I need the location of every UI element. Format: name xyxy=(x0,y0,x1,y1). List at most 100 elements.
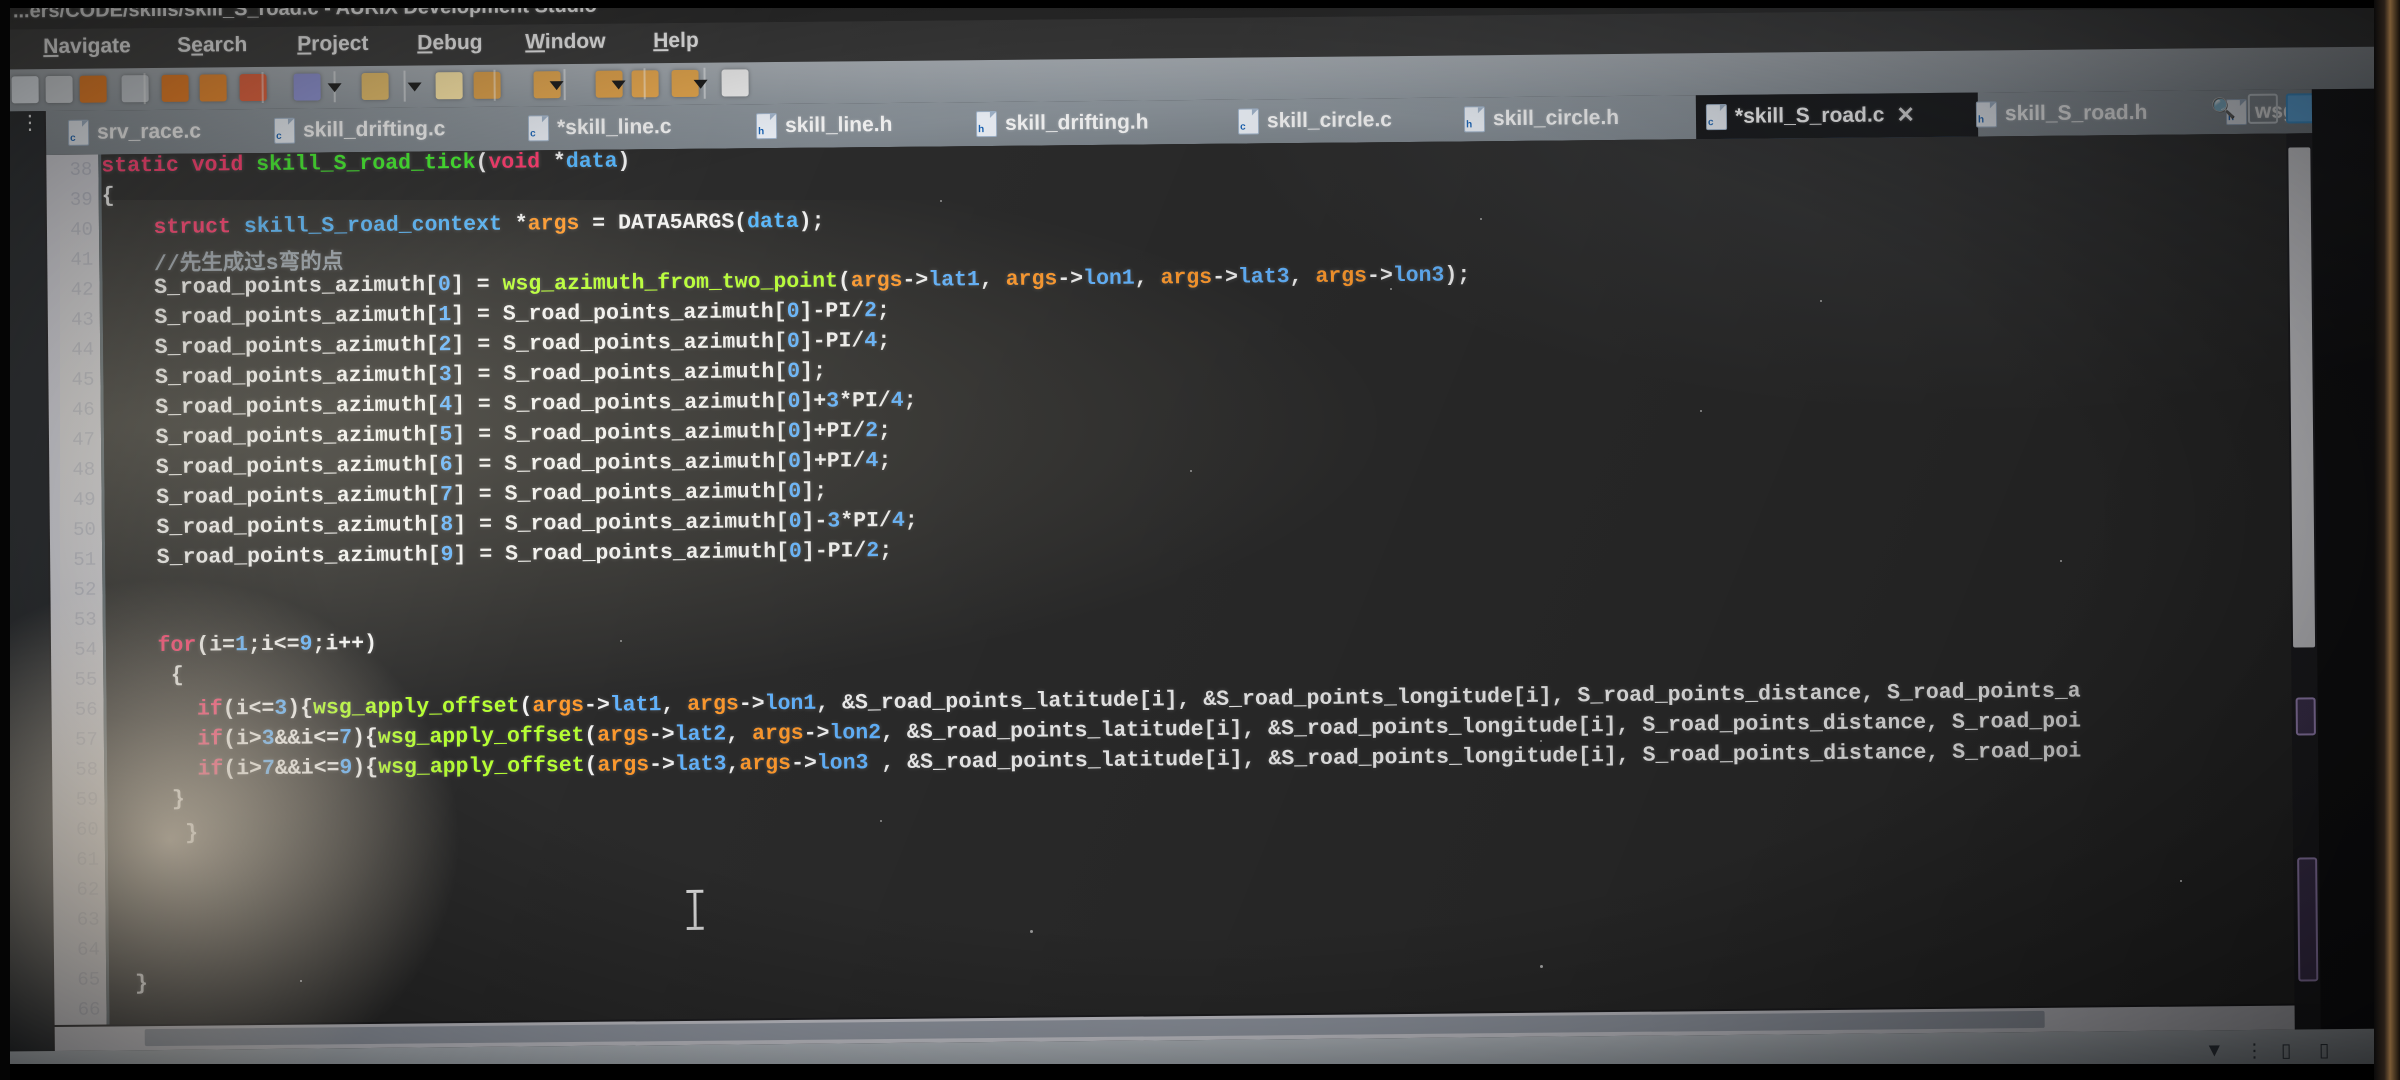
line-number: 47 xyxy=(72,428,96,451)
line-number: 43 xyxy=(70,308,94,331)
code-token-fn2: wsg_azimuth_from_two_point xyxy=(502,269,839,297)
code-line[interactable]: S_road_points_azimuth[5] = S_road_points… xyxy=(104,419,891,451)
code-token-pln: S_road_points_azimuth[ xyxy=(102,303,439,331)
code-token-num: 0 xyxy=(787,419,801,444)
code-line[interactable]: S_road_points_azimuth[8] = S_road_points… xyxy=(105,508,917,541)
panel-layout-icon[interactable]: ▯ xyxy=(2281,1040,2292,1063)
chevron-down-icon[interactable] xyxy=(693,79,708,89)
code-line[interactable]: S_road_points_azimuth[1] = S_road_points… xyxy=(103,299,890,331)
monitor-bezel-left xyxy=(0,0,10,1080)
code-line[interactable]: } xyxy=(109,972,148,996)
code-line[interactable]: S_road_points_azimuth[9] = S_road_points… xyxy=(105,539,893,571)
code-token-pln xyxy=(106,634,158,658)
code-line[interactable]: S_road_points_azimuth[6] = S_road_points… xyxy=(104,449,892,481)
menu-item-debug[interactable]: Debug xyxy=(417,31,483,56)
menu-item-navigate[interactable]: Navigate xyxy=(43,34,131,59)
code-token-pln: ( xyxy=(519,694,533,719)
search-icon[interactable] xyxy=(293,73,321,101)
code-line[interactable] xyxy=(108,882,121,906)
editor-tab-skill-circlec[interactable]: c skill_circle.c xyxy=(1228,97,1478,143)
code-token-mac: DATA5ARGS xyxy=(617,210,735,236)
code-line[interactable]: for(i=1;i<=9;i++) xyxy=(106,632,377,659)
panel-layout-alt-icon[interactable]: ▯ xyxy=(2319,1039,2330,1062)
code-token-pln: ] = S_road_points_azimuth[ xyxy=(451,329,788,358)
code-editor[interactable]: 38 39 40 41 42 43 44 45 46 47 48 49 50 51 52 53 54 55 56 57… xyxy=(46,132,2355,1026)
chevron-down-icon[interactable] xyxy=(327,83,342,93)
editor-tab-skill-circleh[interactable]: h skill_circle.h xyxy=(1454,95,1706,141)
code-token-pln: &&i<= xyxy=(274,726,340,751)
code-line[interactable]: } xyxy=(107,788,185,813)
code-line[interactable] xyxy=(106,606,119,630)
code-token-pln: S_road_points_azimuth[ xyxy=(104,483,441,511)
chevron-down-icon[interactable] xyxy=(549,81,564,91)
code-line[interactable] xyxy=(109,942,122,966)
code-token-pln xyxy=(107,728,198,753)
code-token-fn: skill_S_road_tick xyxy=(256,150,476,178)
code-line[interactable]: { xyxy=(106,664,184,689)
line-number: 56 xyxy=(74,698,98,721)
status-dots-icon[interactable]: ⋮ xyxy=(2245,1040,2264,1063)
run-icon[interactable] xyxy=(199,74,227,102)
editor-tab-srv-racec[interactable]: c srv_race.c xyxy=(58,109,288,155)
code-token-mem: lon3 xyxy=(816,751,869,776)
code-line[interactable]: static void skill_S_road_tick(void *data… xyxy=(101,149,630,178)
editor-tab-skill-S-roadh[interactable]: h skill_S_road.h xyxy=(1966,90,2236,137)
export-icon[interactable] xyxy=(473,71,501,99)
rail-menu-dots-icon[interactable]: ⋮ xyxy=(20,112,40,134)
code-line[interactable]: S_road_points_azimuth[2] = S_road_points… xyxy=(103,329,891,361)
editor-tab-skill-lineh[interactable]: h skill_line.h xyxy=(746,102,992,148)
editor-tab-skill-driftingh[interactable]: h skill_drifting.h xyxy=(966,99,1254,146)
code-line[interactable]: } xyxy=(108,822,198,847)
code-line[interactable] xyxy=(108,852,121,876)
chevron-down-icon[interactable] xyxy=(611,80,626,90)
save-icon[interactable] xyxy=(45,75,73,104)
code-token-mem: lat3 xyxy=(674,752,727,778)
dust-speck xyxy=(880,820,882,822)
search-icon[interactable]: 🔍 xyxy=(2211,96,2236,121)
editor-tab-skill-linec[interactable]: c *skill_line.c xyxy=(518,104,778,150)
editor-tab-skill-driftingc[interactable]: c skill_drifting.c xyxy=(264,106,554,153)
bookmark-icon[interactable] xyxy=(435,72,463,100)
code-line[interactable]: { xyxy=(102,184,115,208)
code-line[interactable] xyxy=(109,1002,122,1024)
code-line[interactable]: //先生成过s弯的点 xyxy=(102,244,343,277)
code-content[interactable]: static void skill_S_road_tick(void *data… xyxy=(101,132,2355,1025)
filter-icon[interactable]: ▼ xyxy=(2205,1040,2224,1062)
minimize-view-icon[interactable] xyxy=(2247,93,2279,124)
code-token-pln: &&i<= xyxy=(274,756,340,781)
editor-tab-label: skill_circle.c xyxy=(1266,108,1393,133)
code-token-pln: *PI/ xyxy=(840,508,893,534)
code-token-num: 8 xyxy=(440,513,454,538)
debug-icon[interactable] xyxy=(161,74,189,102)
code-line[interactable]: S_road_points_azimuth[4] = S_road_points… xyxy=(104,389,917,421)
code-line[interactable]: S_road_points_azimuth[7] = S_road_points… xyxy=(104,480,827,511)
code-line[interactable]: S_road_points_azimuth[3] = S_road_points… xyxy=(103,360,826,391)
editor-tab-skill-S-roadc[interactable]: c *skill_S_road.c ✕ xyxy=(1695,92,1979,144)
editor-tab-close-icon[interactable]: ✕ xyxy=(1896,102,1915,128)
menu-item-window[interactable]: Window xyxy=(525,30,606,55)
menu-item-project[interactable]: Project xyxy=(297,32,368,57)
menu-item-search[interactable]: Search xyxy=(177,33,247,58)
scroll-marker-block[interactable] xyxy=(2297,857,2319,982)
code-line[interactable] xyxy=(105,576,118,600)
new-file-icon[interactable] xyxy=(11,76,39,104)
editor-tab-label: *skill_S_road.c xyxy=(1734,103,1885,128)
line-number: 54 xyxy=(74,638,98,661)
code-token-num: 3 xyxy=(438,363,452,388)
code-line[interactable]: struct skill_S_road_context *args = DATA… xyxy=(102,210,824,241)
build-icon[interactable] xyxy=(79,75,107,103)
pencil-icon[interactable] xyxy=(361,72,389,101)
line-number: 58 xyxy=(75,758,99,781)
code-token-pln: -> xyxy=(1212,265,1239,290)
code-token-num: 4 xyxy=(891,508,905,533)
menu-item-help[interactable]: Help xyxy=(653,29,699,53)
code-token-pln: ( xyxy=(584,723,598,748)
next-icon[interactable] xyxy=(721,69,749,97)
scroll-marker-warning[interactable] xyxy=(2295,697,2316,736)
code-token-pln: ]-PI/ xyxy=(799,299,865,324)
code-token-pln: = xyxy=(579,211,619,236)
code-line[interactable] xyxy=(109,912,122,936)
code-token-pln: ]; xyxy=(800,359,827,384)
code-token-pln: { xyxy=(106,663,184,689)
chevron-down-icon[interactable] xyxy=(407,82,422,92)
